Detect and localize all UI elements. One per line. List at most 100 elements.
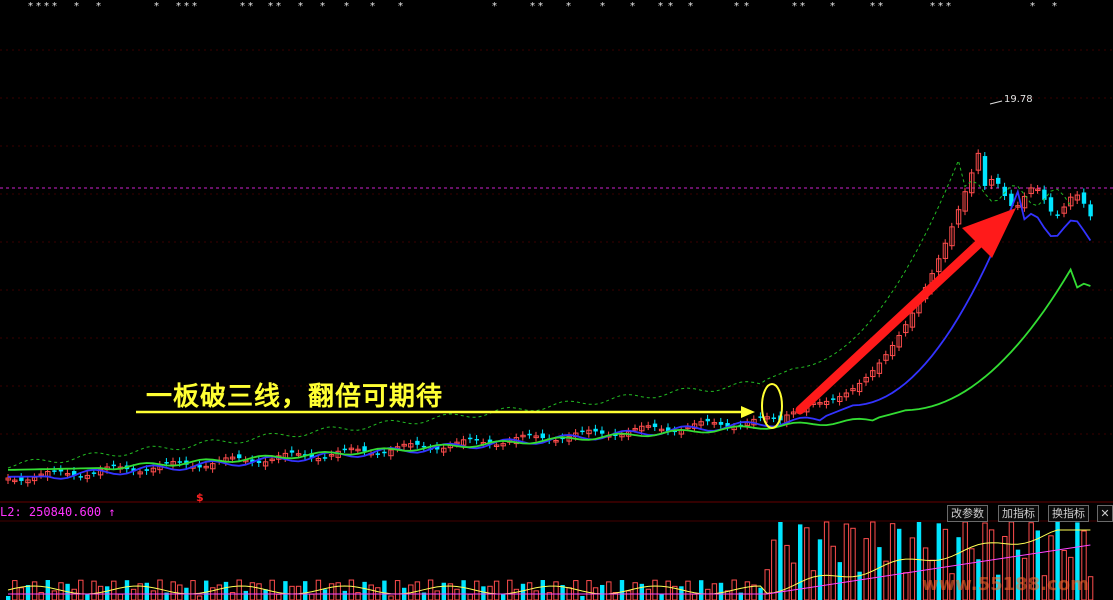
event-marker: * [530,1,535,12]
volume-bar-up [31,581,38,600]
candle-down [540,433,545,439]
volume-bar-up [665,580,671,600]
event-marker: * [630,1,635,12]
trend-arrow-line [795,233,990,415]
event-marker: * [878,1,883,12]
volume-bar-up [903,572,909,600]
candle-down [342,448,347,451]
volume-bar-down [105,586,110,600]
event-marker: * [566,1,571,12]
event-marker: * [320,1,325,12]
volume-bar-up [883,560,889,600]
event-marker: * [44,1,49,12]
event-marker: * [792,1,797,12]
volume-bar-up [130,588,137,600]
event-marker: * [74,1,79,12]
volume-bar-down [817,539,823,600]
modify-params-button[interactable]: 改参数 [947,505,988,522]
volume-bar-down [263,589,268,600]
ma-line-green [7,267,1091,471]
volume-bar-down [600,584,605,600]
volume-bar-up [823,521,830,600]
volume-bar-up [652,579,658,600]
candle-down [362,446,367,452]
event-marker: * [688,1,693,12]
add-indicator-button[interactable]: 加指标 [998,505,1039,522]
event-marker: * [930,1,935,12]
volume-bar-up [744,581,751,600]
volume-bar-up [1087,576,1094,600]
candle-down [382,451,387,454]
candle-down [19,477,24,481]
volume-bar-up [843,523,850,600]
volume-bar-up [289,585,295,600]
volume-bar-up [586,580,592,600]
candle-down [758,416,763,418]
volume-bar-up [711,583,718,600]
event-marker: * [268,1,273,12]
volume-bar-up [150,590,157,600]
volume-bar-up [434,590,440,600]
peak-pointer [989,100,1003,105]
volume-bar-up [58,582,64,600]
volume-bar-up [335,582,341,600]
volume-bar-down [45,580,50,600]
volume-bar-up [533,590,539,600]
close-panel-button[interactable]: ✕ [1097,505,1113,522]
candle-down [580,430,585,433]
event-marker: * [658,1,663,12]
volume-bar-up [909,537,916,600]
switch-indicator-button[interactable]: 换指标 [1048,505,1089,522]
volume-bar-up [196,595,203,600]
volume-bar-down [322,589,328,600]
candle-down [718,421,724,425]
candle-down [1081,192,1087,204]
volume-bar-up [513,588,520,600]
candle-down [771,417,776,419]
event-marker: * [398,1,403,12]
volume-bar-up [117,593,124,600]
volume-bar-up [863,538,869,600]
event-marker: * [492,1,497,12]
event-marker: * [734,1,739,12]
volume-bar-up [606,581,612,600]
volume-bar-up [467,593,473,600]
volume-bar-down [461,580,466,600]
volume-bar-down [342,590,347,600]
volume-bar-up [507,579,513,600]
volume-bar-up [12,580,18,600]
volume-bar-up [394,580,401,600]
annotation-arrow-head [741,406,755,418]
volume-bar-up [645,588,652,600]
chart-stage: * * * * * * * * * * * * * * * * * * * * * * * * * * * * * * * * * * * * * * * *… [0,0,1113,600]
volume-bar-down [144,582,149,600]
volume-bar-up [771,539,777,600]
volume-bar-up [269,579,275,600]
event-marker: * [538,1,543,12]
volume-bar-up [256,583,262,600]
breakout-circle [761,383,783,429]
volume-bar-down [837,562,842,600]
volume-bar-down [540,580,545,600]
volume-bar-down [6,596,11,600]
volume-bar-down [679,586,684,600]
event-marker: * [248,1,253,12]
event-marker: * [28,1,33,12]
event-marker: * [744,1,749,12]
volume-bar-up [170,581,176,600]
candle-down [474,438,479,441]
volume-bar-up [526,582,533,600]
volume-bar-up [177,584,183,600]
volume-bar-down [303,581,308,600]
watermark-logo: www.55188.com [922,574,1089,595]
event-marker: * [800,1,805,12]
volume-bar-down [204,580,209,600]
candle-down [52,470,57,472]
volume-bar-down [659,594,664,600]
volume-bar-down [223,581,229,600]
volume-bar-down [441,582,446,600]
event-marker: * [870,1,875,12]
event-marker: * [370,1,375,12]
event-marker: * [946,1,951,12]
volume-bar-up [764,569,770,600]
